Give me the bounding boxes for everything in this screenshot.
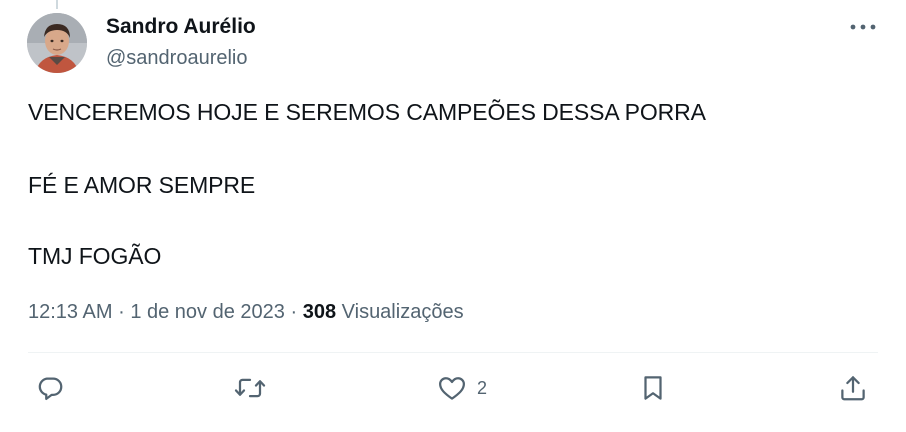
meta-separator: · [290,301,298,323]
retweet-icon [234,378,266,398]
like-button[interactable]: 2 [437,372,487,404]
avatar[interactable] [27,13,87,73]
retweet-button[interactable] [233,372,267,404]
reply-icon [38,377,63,400]
reply-button[interactable] [35,372,65,404]
bookmark-icon [644,376,662,400]
tweet-metadata: 12:13 AM · 1 de nov de 2023 · 308 Visual… [28,298,464,326]
tweet-text-line-1: VENCEREMOS HOJE E SEREMOS CAMPEÕES DESSA… [28,99,706,125]
author-handle[interactable]: @sandroaurelio [106,45,248,71]
author-name[interactable]: Sandro Aurélio [106,14,256,40]
thread-connector-line [56,0,58,9]
divider [28,352,878,353]
share-button[interactable] [838,372,868,404]
tweet-date[interactable]: 1 de nov de 2023 [130,301,285,323]
like-count: 2 [477,377,488,398]
meta-separator: · [118,301,125,323]
tweet-time[interactable]: 12:13 AM [28,301,113,323]
tweet-text-line-3: TMJ FOGÃO [28,243,162,269]
profile-photo-icon [27,13,87,73]
tweet-card: Sandro Aurélio @sandroaurelio VENCEREMOS… [0,0,906,432]
more-options-button[interactable] [848,14,878,40]
more-dots-icon [850,24,876,30]
views-count: 308 [302,301,337,323]
views-label: Visualizações [341,301,464,323]
share-icon [841,376,865,401]
bookmark-button[interactable] [638,372,668,404]
heart-icon [439,377,465,400]
tweet-text-line-2: FÉ E AMOR SEMPRE [28,172,256,198]
